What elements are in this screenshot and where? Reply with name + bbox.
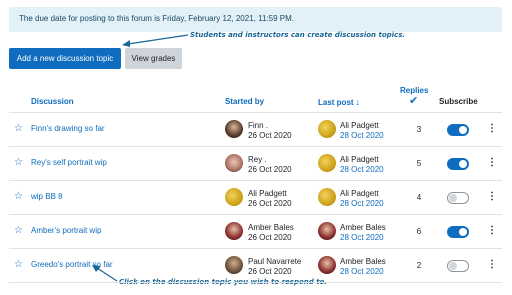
star-outline-icon[interactable]: ☆ — [14, 259, 23, 270]
toggle-knob — [459, 160, 467, 168]
avatar[interactable] — [318, 154, 336, 172]
discussion-title-link[interactable]: Amber's portrait wip — [31, 226, 101, 235]
subscribe-toggle[interactable] — [447, 260, 469, 272]
replies-count: 4 — [416, 193, 422, 202]
subscribe-toggle[interactable] — [447, 158, 469, 170]
check-icon: ✔ — [409, 95, 419, 107]
annotation-arrowhead-top — [122, 40, 130, 47]
last-post-date-link[interactable]: 28 Oct 2020 — [340, 165, 384, 174]
last-post-date-link[interactable]: 28 Oct 2020 — [340, 267, 384, 276]
started-by-name: Amber Bales — [248, 223, 294, 232]
kebab-menu-icon[interactable]: ⋮ — [487, 225, 497, 236]
replies-count: 2 — [416, 261, 422, 270]
table-row: ☆ Greedo's portrait so far Paul Navarrete 2… — [9, 249, 502, 283]
started-by-date: 26 Oct 2020 — [248, 131, 292, 140]
star-outline-icon[interactable]: ☆ — [14, 123, 23, 134]
started-by-date: 26 Oct 2020 — [248, 199, 292, 208]
star-outline-icon[interactable]: ☆ — [14, 191, 23, 202]
last-post-author: Ali Padgett — [340, 189, 379, 198]
started-by-name: Rey . — [248, 155, 267, 164]
arrow-down-icon: ↓ — [355, 97, 361, 107]
avatar[interactable] — [318, 256, 336, 274]
subscribe-toggle[interactable] — [447, 226, 469, 238]
last-post-author: Ali Padgett — [340, 155, 379, 164]
replies-count: 5 — [416, 159, 422, 168]
avatar[interactable] — [225, 154, 243, 172]
avatar[interactable] — [225, 222, 243, 240]
avatar[interactable] — [225, 188, 243, 206]
column-header-discussion[interactable]: Discussion — [31, 97, 74, 106]
table-row: ☆ wip BB 8 Ali Padgett 26 Oct 2020 Ali Padge… — [9, 181, 502, 215]
started-by-name: Paul Navarrete — [248, 257, 302, 266]
discussion-title-link[interactable]: Finn's drawing so far — [31, 124, 105, 133]
avatar[interactable] — [318, 188, 336, 206]
view-grades-button[interactable]: View grades — [125, 48, 182, 69]
star-outline-icon[interactable]: ☆ — [14, 157, 23, 168]
kebab-menu-icon[interactable]: ⋮ — [487, 259, 497, 270]
avatar[interactable] — [318, 120, 336, 138]
toggle-knob — [449, 262, 457, 270]
started-by-date: 26 Oct 2020 — [248, 165, 292, 174]
started-by-date: 26 Oct 2020 — [248, 267, 292, 276]
last-post-author: Amber Bales — [340, 257, 386, 266]
table-row: ☆ Finn's drawing so far Finn . 26 Oct 2020 A… — [9, 113, 502, 147]
discussion-title-link[interactable]: wip BB 8 — [31, 192, 63, 201]
toggle-knob — [459, 126, 467, 134]
column-header-last-post[interactable]: Last post ↓ — [318, 97, 360, 107]
column-header-subscribe: Subscribe — [439, 97, 478, 106]
table-row: ☆ Rey's self portrait wip Rey . 26 Oct 2020… — [9, 147, 502, 181]
started-by-date: 26 Oct 2020 — [248, 233, 292, 242]
avatar[interactable] — [318, 222, 336, 240]
discussion-title-link[interactable]: Greedo's portrait so far — [31, 260, 113, 269]
column-header-last-post-label: Last post — [318, 98, 354, 107]
replies-count: 6 — [416, 227, 422, 236]
subscribe-toggle[interactable] — [447, 192, 469, 204]
subscribe-toggle[interactable] — [447, 124, 469, 136]
annotation-arrow-top — [127, 34, 189, 45]
toggle-knob — [449, 194, 457, 202]
avatar[interactable] — [225, 256, 243, 274]
last-post-date-link[interactable]: 28 Oct 2020 — [340, 233, 384, 242]
due-date-notice: The due date for posting to this forum i… — [9, 7, 502, 32]
add-discussion-topic-button[interactable]: Add a new discussion topic — [9, 48, 121, 69]
kebab-menu-icon[interactable]: ⋮ — [487, 157, 497, 168]
avatar[interactable] — [225, 120, 243, 138]
started-by-name: Ali Padgett — [248, 189, 287, 198]
replies-count: 3 — [416, 125, 422, 134]
column-header-started-by[interactable]: Started by — [225, 97, 264, 106]
last-post-date-link[interactable]: 28 Oct 2020 — [340, 131, 384, 140]
table-row: ☆ Amber's portrait wip Amber Bales 26 Oct 2… — [9, 215, 502, 249]
last-post-author: Amber Bales — [340, 223, 386, 232]
last-post-date-link[interactable]: 28 Oct 2020 — [340, 199, 384, 208]
annotation-create-topics: Students and instructors can create disc… — [190, 31, 406, 39]
star-outline-icon[interactable]: ☆ — [14, 225, 23, 236]
discussion-title-link[interactable]: Rey's self portrait wip — [31, 158, 107, 167]
toggle-knob — [459, 228, 467, 236]
started-by-name: Finn . — [248, 121, 269, 130]
last-post-author: Ali Padgett — [340, 121, 379, 130]
kebab-menu-icon[interactable]: ⋮ — [487, 123, 497, 134]
kebab-menu-icon[interactable]: ⋮ — [487, 191, 497, 202]
